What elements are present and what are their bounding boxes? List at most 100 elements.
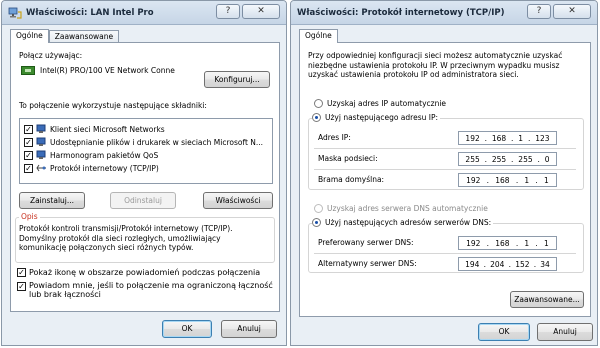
- divider: [314, 148, 576, 149]
- properties-button[interactable]: Właściwości: [203, 192, 273, 209]
- ip-octet: 192: [466, 238, 481, 248]
- qos-scheduler-icon: [36, 150, 47, 160]
- show-icon-checkbox[interactable]: ✓: [17, 268, 26, 277]
- ip-address-field[interactable]: 192. 168. 1. 123: [458, 131, 557, 145]
- subnet-mask-field[interactable]: 255. 255. 255. 0: [458, 152, 557, 166]
- notify-option[interactable]: ✓ Powiadom mnie, jeśli to połączenie ma …: [17, 281, 273, 299]
- ip-octet: 194: [465, 259, 480, 269]
- components-list[interactable]: ✓ Klient sieci Microsoft Networks ✓ Udos…: [19, 118, 273, 184]
- ip-octet: 168: [495, 238, 510, 248]
- window-title: Właściwości: LAN Intel Pro: [26, 7, 154, 18]
- component-checkbox[interactable]: ✓: [24, 163, 33, 173]
- ok-button[interactable]: OK: [478, 323, 530, 341]
- ip-octet: 1: [524, 175, 530, 185]
- description-line: komunikację połączonych sieci różnych ty…: [19, 243, 194, 252]
- install-button[interactable]: Zainstaluj...: [19, 192, 85, 209]
- close-button[interactable]: ✕: [242, 4, 280, 19]
- ip-octet: 168: [491, 133, 507, 143]
- connect-using-label: Połącz używając:: [19, 51, 83, 60]
- preferred-dns-field[interactable]: 192. 168. 1. 1: [458, 236, 557, 250]
- ip-octet: 255: [491, 154, 507, 164]
- auto-ip-label: Uzyskaj adres IP automatycznie: [327, 99, 447, 108]
- lan-properties-window: Właściwości: LAN Intel Pro ? ✕ Ogólne Za…: [1, 0, 287, 346]
- manual-dns-radio[interactable]: [312, 218, 321, 227]
- tcpip-properties-window: Właściwości: Protokół internetowy (TCP/I…: [290, 0, 598, 346]
- component-checkbox[interactable]: ✓: [24, 137, 33, 147]
- ip-address-label: Adres IP:: [318, 133, 351, 142]
- intro-line: uzyskać ustawienia protokołu IP od admin…: [308, 70, 519, 79]
- notify-label-cont: lub brak łączności: [29, 290, 101, 299]
- manual-dns-label: Użyj następujących adresów serwerów DNS:: [325, 218, 492, 227]
- list-item[interactable]: ✓ Protokół internetowy (TCP/IP): [24, 162, 159, 174]
- tab-general[interactable]: Ogólne: [299, 29, 338, 43]
- list-item[interactable]: ✓ Klient sieci Microsoft Networks: [24, 123, 165, 135]
- manual-ip-label: Użyj następującego adresu IP:: [325, 113, 439, 122]
- network-adapter-icon: [21, 66, 35, 75]
- description-title: Opis: [19, 212, 40, 221]
- notify-label: Powiadom mnie, jeśli to połączenie ma og…: [29, 281, 273, 290]
- ip-octet: 1: [544, 175, 549, 185]
- ip-octet: 123: [535, 133, 550, 143]
- ip-octet: 168: [495, 175, 510, 185]
- component-label: Klient sieci Microsoft Networks: [50, 124, 165, 134]
- divider: [314, 253, 576, 254]
- cancel-button[interactable]: Anuluj: [221, 320, 277, 338]
- ip-octet: 255: [518, 154, 533, 164]
- ip-octet: 204: [490, 259, 505, 269]
- list-item[interactable]: ✓ Harmonogram pakietów QoS: [24, 149, 158, 161]
- ok-button[interactable]: OK: [162, 320, 212, 338]
- intro-line: niezbędne ustawienia protokołu IP. W prz…: [308, 60, 560, 70]
- auto-ip-option[interactable]: Uzyskaj adres IP automatycznie: [314, 99, 446, 108]
- network-connection-icon: [8, 7, 22, 19]
- protocol-icon: [36, 163, 47, 173]
- manual-ip-radio[interactable]: [312, 113, 321, 122]
- auto-ip-radio[interactable]: [314, 99, 323, 108]
- title-bar[interactable]: Właściwości: Protokół internetowy (TCP/I…: [291, 1, 597, 25]
- intro-line: Przy odpowiedniej konfiguracji sieci moż…: [308, 51, 563, 60]
- manual-ip-option[interactable]: Użyj następującego adresu IP:: [312, 113, 441, 122]
- component-checkbox[interactable]: ✓: [24, 124, 33, 134]
- divider: [314, 169, 576, 170]
- ip-octet: 255: [465, 154, 480, 164]
- subnet-mask-label: Maska podsieci:: [318, 154, 378, 163]
- title-bar[interactable]: Właściwości: LAN Intel Pro ? ✕: [2, 1, 286, 25]
- auto-dns-radio[interactable]: [314, 204, 323, 213]
- tab-general[interactable]: Ogólne: [10, 29, 49, 43]
- show-icon-option[interactable]: ✓ Pokaż ikonę w obszarze powiadomień pod…: [17, 268, 260, 277]
- help-button[interactable]: ?: [527, 4, 551, 19]
- help-button[interactable]: ?: [216, 4, 240, 19]
- description-line: Protokół kontroli transmisji/Protokół in…: [19, 224, 233, 233]
- ip-octet: 152: [515, 259, 530, 269]
- ip-octet: 1: [524, 238, 530, 248]
- general-tab-panel: Przy odpowiedniej konfiguracji sieci moż…: [299, 42, 591, 317]
- close-button[interactable]: ✕: [553, 4, 591, 19]
- ip-octet: 34: [540, 259, 550, 269]
- notify-checkbox[interactable]: ✓: [17, 282, 26, 291]
- uninstall-button[interactable]: Odinstaluj: [110, 192, 176, 209]
- cancel-button[interactable]: Anuluj: [537, 323, 593, 341]
- manual-dns-option[interactable]: Użyj następujących adresów serwerów DNS:: [312, 218, 494, 227]
- ip-octet: 0: [544, 154, 550, 164]
- client-network-icon: [36, 124, 47, 134]
- preferred-dns-label: Preferowany serwer DNS:: [318, 238, 414, 247]
- ip-octet: 192: [465, 133, 480, 143]
- alternate-dns-label: Alternatywny serwer DNS:: [318, 259, 417, 268]
- default-gateway-field[interactable]: 192. 168. 1. 1: [458, 173, 557, 187]
- advanced-button[interactable]: Zaawansowane...: [510, 291, 584, 308]
- auto-dns-label: Uzyskaj adres serwera DNS automatycznie: [327, 204, 488, 213]
- component-checkbox[interactable]: ✓: [24, 150, 33, 160]
- auto-dns-option[interactable]: Uzyskaj adres serwera DNS automatycznie: [314, 204, 488, 213]
- ip-octet: 1: [518, 133, 524, 143]
- description-text: Protokół kontroli transmisji/Protokół in…: [19, 224, 277, 253]
- components-label: To połączenie wykorzystuje następujące s…: [19, 101, 207, 110]
- alternate-dns-field[interactable]: 194. 204. 152. 34: [458, 257, 557, 271]
- configure-button[interactable]: Konfiguruj...: [204, 71, 270, 88]
- adapter-name: Intel(R) PRO/100 VE Network Conne: [40, 66, 175, 75]
- list-item[interactable]: ✓ Udostępnianie plików i drukarek w siec…: [24, 136, 263, 148]
- file-sharing-icon: [36, 137, 47, 147]
- show-icon-label: Pokaż ikonę w obszarze powiadomień podcz…: [29, 268, 261, 277]
- ip-octet: 1: [544, 238, 549, 248]
- component-label: Harmonogram pakietów QoS: [50, 150, 159, 160]
- component-label: Udostępnianie plików i drukarek w siecia…: [50, 137, 264, 147]
- ip-octet: 192: [466, 175, 481, 185]
